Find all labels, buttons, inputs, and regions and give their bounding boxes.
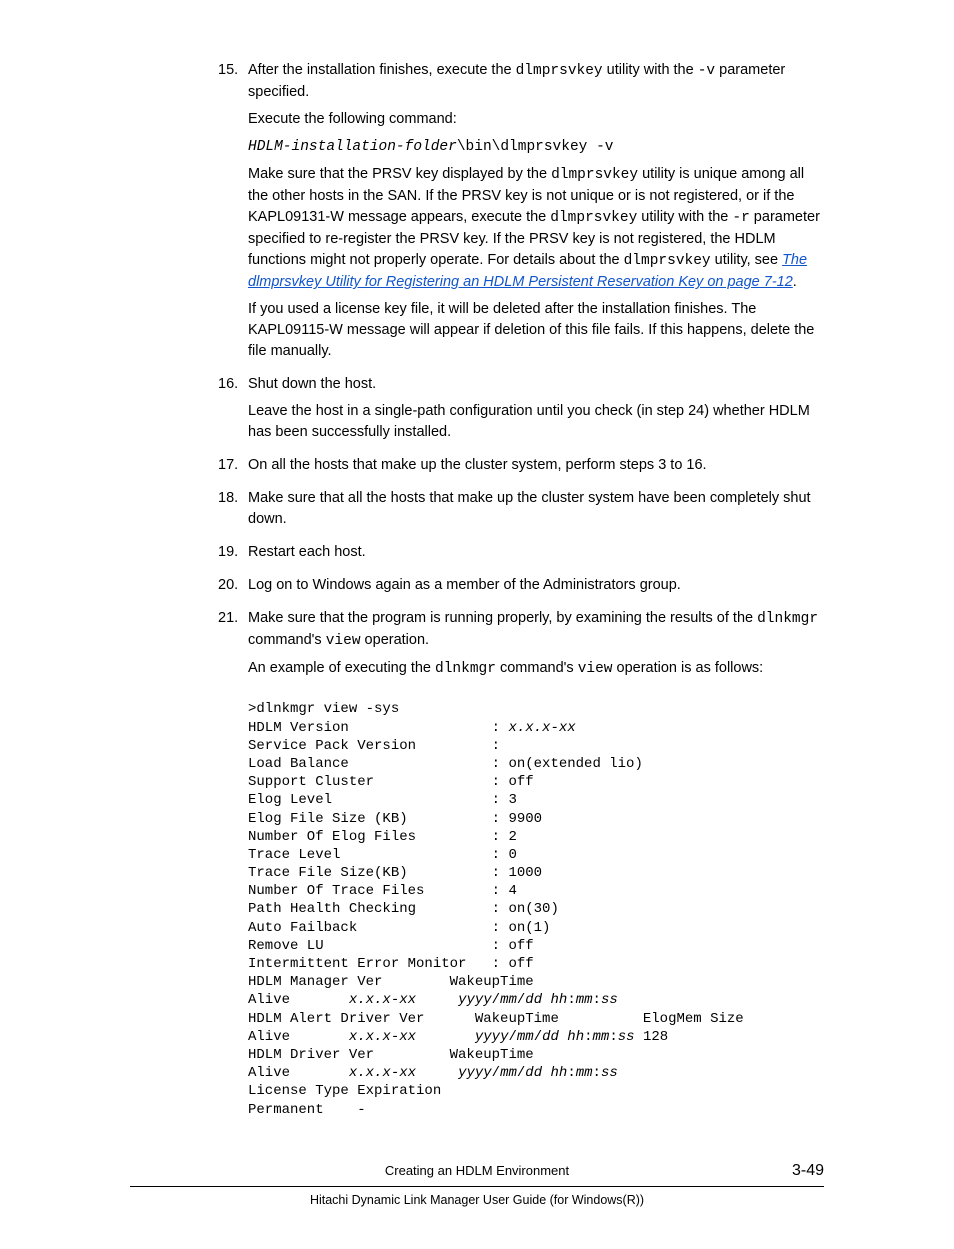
step-19: 19. Restart each host. (248, 542, 824, 563)
step-text: Leave the host in a single-path configur… (248, 401, 824, 443)
page-number: 3-49 (774, 1159, 824, 1182)
footer-guide-title: Hitachi Dynamic Link Manager User Guide … (130, 1187, 824, 1209)
footer-section-title: Creating an HDLM Environment (180, 1162, 774, 1181)
code-output: >dlnkmgr view -sys HDLM Version : x.x.x-… (248, 700, 824, 1118)
step-text: Execute the following command: (248, 109, 824, 130)
command-text: HDLM-installation-folder\bin\dlmprsvkey … (248, 136, 824, 158)
page-footer: Creating an HDLM Environment 3-49 Hitach… (130, 1159, 824, 1209)
step-20: 20. Log on to Windows again as a member … (248, 575, 824, 596)
step-text: On all the hosts that make up the cluste… (248, 455, 824, 476)
step-text: Make sure that the PRSV key displayed by… (248, 164, 824, 293)
step-text: After the installation finishes, execute… (248, 60, 824, 103)
step-15: 15. After the installation finishes, exe… (248, 60, 824, 362)
step-text: Log on to Windows again as a member of t… (248, 575, 824, 596)
step-text: Shut down the host. (248, 374, 824, 395)
step-18: 18. Make sure that all the hosts that ma… (248, 488, 824, 530)
step-text: Restart each host. (248, 542, 824, 563)
step-text: An example of executing the dlnkmgr comm… (248, 658, 824, 680)
step-number: 16. (218, 374, 238, 395)
step-21: 21. Make sure that the program is runnin… (248, 608, 824, 1118)
step-number: 18. (218, 488, 238, 509)
step-text: If you used a license key file, it will … (248, 299, 824, 362)
step-16: 16. Shut down the host. Leave the host i… (248, 374, 824, 443)
step-number: 20. (218, 575, 238, 596)
step-17: 17. On all the hosts that make up the cl… (248, 455, 824, 476)
step-number: 15. (218, 60, 238, 81)
step-number: 21. (218, 608, 238, 629)
step-number: 19. (218, 542, 238, 563)
step-text: Make sure that the program is running pr… (248, 608, 824, 652)
step-number: 17. (218, 455, 238, 476)
step-text: Make sure that all the hosts that make u… (248, 488, 824, 530)
